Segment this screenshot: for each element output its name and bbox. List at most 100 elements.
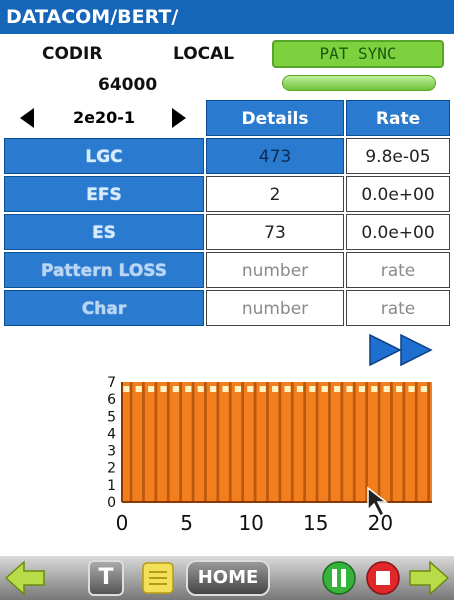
error-history-chart: 0 5 10 15 2001234567: [107, 375, 432, 535]
bar-cap: [358, 386, 366, 392]
codir-label: CODIR: [42, 44, 103, 64]
x-tick-label: 0: [116, 511, 129, 535]
bar-gap: [290, 382, 294, 502]
bar-gap: [266, 382, 269, 502]
pattern-selector[interactable]: 2e20-1: [4, 100, 204, 136]
t-button[interactable]: T: [88, 560, 124, 596]
bar-cap: [172, 386, 180, 392]
fast-forward-icon[interactable]: [368, 333, 434, 367]
table-header-row: 2e20-1 Details Rate: [4, 100, 450, 138]
bar-gap: [427, 382, 431, 502]
table-row[interactable]: ES 73 0.0e+00: [4, 214, 450, 252]
bar-gap: [278, 382, 282, 502]
row-details: 73: [206, 214, 344, 250]
bar-cap: [383, 386, 390, 392]
bar-gap: [191, 382, 195, 502]
bar-cap: [222, 386, 229, 392]
bar-cap: [309, 386, 316, 392]
bar-gap: [179, 382, 183, 502]
local-label: LOCAL: [173, 44, 235, 64]
row-rate: 0.0e+00: [346, 214, 450, 250]
bar-gap: [303, 382, 307, 502]
bar-gap: [142, 382, 145, 502]
bar-cap: [408, 386, 415, 392]
bar-cap: [346, 386, 353, 392]
bar-cap: [334, 386, 341, 392]
bar-cap: [284, 386, 291, 392]
table-row[interactable]: EFS 2 0.0e+00: [4, 176, 450, 214]
bar-gap: [129, 382, 133, 502]
back-arrow-icon[interactable]: [4, 560, 46, 596]
taskbar: T HOME: [0, 556, 454, 600]
table-row[interactable]: Pattern LOSS number rate: [4, 252, 450, 290]
rate-value: 64000: [98, 75, 158, 95]
x-tick-label: 15: [303, 511, 328, 535]
stop-icon[interactable]: [364, 560, 402, 596]
row-rate: rate: [346, 290, 450, 326]
table-row[interactable]: LGC 473 9.8e-05: [4, 138, 450, 176]
mouse-cursor-icon: [367, 486, 389, 518]
notes-icon[interactable]: [140, 560, 176, 596]
x-tick-label: 5: [180, 511, 193, 535]
screen: DATACOM/BERT/ CODIR LOCAL 64000 PAT SYNC…: [0, 0, 454, 600]
pause-icon[interactable]: [320, 560, 358, 596]
pattern-value: 2e20-1: [72, 108, 136, 127]
bar-gap: [241, 382, 245, 502]
bar-cap: [135, 386, 142, 392]
bar-cap: [371, 386, 378, 392]
bar-gap: [154, 382, 158, 502]
y-tick-label: 5: [107, 409, 116, 425]
row-details: number: [206, 252, 344, 288]
row-label: EFS: [4, 176, 204, 212]
bar-cap: [160, 386, 167, 392]
bar-gap: [390, 382, 393, 502]
bar-cap: [185, 386, 192, 392]
bar-gap: [365, 382, 369, 502]
bar-cap: [259, 386, 266, 392]
bar-cap: [123, 386, 130, 392]
bar-gap: [228, 382, 232, 502]
bar-gap: [315, 382, 319, 502]
row-label: Char: [4, 290, 204, 326]
bar-gap: [402, 382, 406, 502]
row-rate: rate: [346, 252, 450, 288]
forward-arrow-icon[interactable]: [408, 560, 450, 596]
column-header-rate[interactable]: Rate: [346, 100, 450, 136]
bar-gap: [377, 382, 381, 502]
bar-cap: [247, 386, 254, 392]
pat-sync-bar: [282, 75, 436, 91]
home-button[interactable]: HOME: [186, 560, 270, 596]
bar-cap: [210, 386, 217, 392]
row-label: Pattern LOSS: [4, 252, 204, 288]
y-tick-label: 7: [107, 375, 116, 391]
row-details: number: [206, 290, 344, 326]
bar-cap: [234, 386, 242, 392]
bar-gap: [414, 382, 418, 502]
bar-gap: [340, 382, 344, 502]
bar-cap: [420, 386, 428, 392]
arrow-right-icon[interactable]: [172, 108, 186, 128]
bar-gap: [166, 382, 170, 502]
column-header-details[interactable]: Details: [206, 100, 344, 136]
row-rate: 9.8e-05: [346, 138, 450, 174]
y-tick-label: 1: [107, 478, 116, 494]
bar-gap: [352, 382, 356, 502]
row-details: 473: [206, 138, 344, 174]
row-label: ES: [4, 214, 204, 250]
bar-gap: [253, 382, 257, 502]
x-tick-label: 10: [238, 511, 263, 535]
bar-cap: [272, 386, 279, 392]
table-row[interactable]: Char number rate: [4, 290, 450, 328]
y-tick-label: 0: [107, 495, 116, 511]
pat-sync-indicator: PAT SYNC: [272, 40, 444, 68]
row-label: LGC: [4, 138, 204, 174]
y-tick-label: 4: [107, 426, 116, 442]
window-title: DATACOM/BERT/: [0, 0, 454, 34]
y-tick-label: 6: [107, 392, 116, 408]
bar-cap: [148, 386, 155, 392]
bar-cap: [197, 386, 204, 392]
arrow-left-icon[interactable]: [20, 108, 34, 128]
y-tick-label: 3: [107, 444, 116, 460]
bar-cap: [396, 386, 403, 392]
bar-gap: [216, 382, 220, 502]
